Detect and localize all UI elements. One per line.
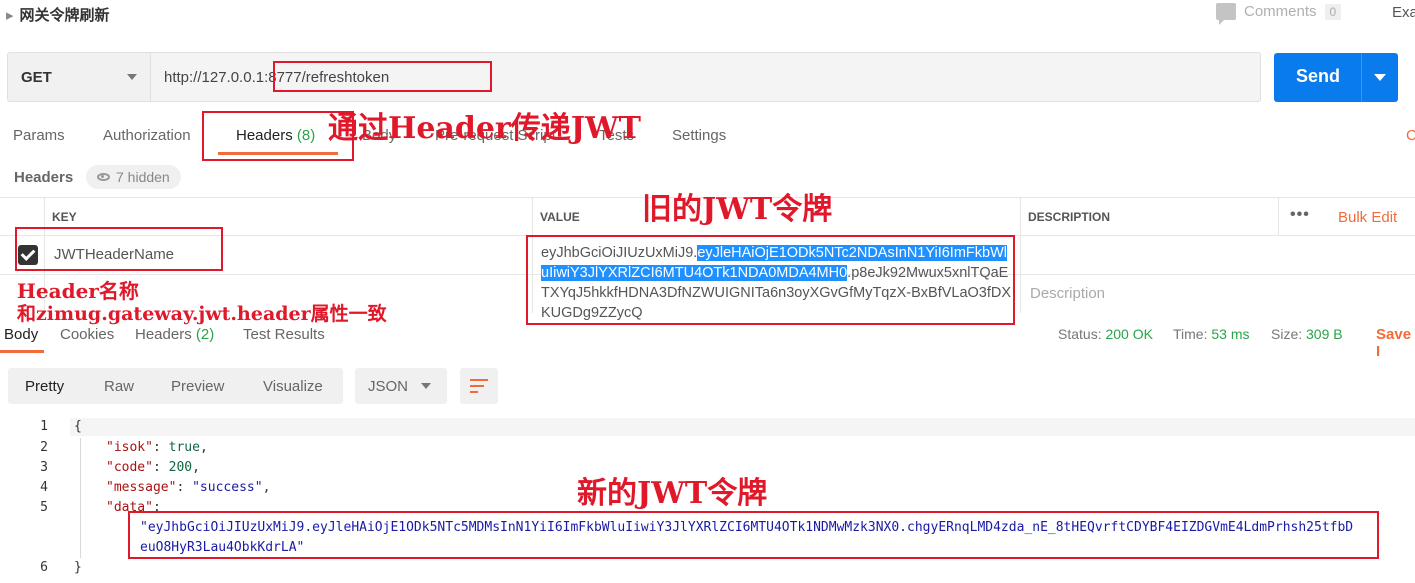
column-header-description: DESCRIPTION — [1028, 210, 1111, 224]
annotation-box-old-jwt — [526, 235, 1015, 325]
format-value: JSON — [368, 378, 409, 395]
hidden-headers-toggle[interactable]: 7 hidden — [86, 165, 181, 189]
line-number: 2 — [40, 440, 48, 455]
send-label: Send — [1296, 66, 1341, 86]
current-line-highlight — [70, 418, 1415, 436]
breadcrumb[interactable]: ▸ 网关令牌刷新 — [6, 4, 110, 25]
tab-authorization[interactable]: Authorization — [103, 127, 191, 144]
cookies-link[interactable]: C — [1406, 127, 1415, 144]
code-line: } — [74, 560, 82, 575]
response-tab-cookies[interactable]: Cookies — [60, 326, 114, 343]
time-label: Time: — [1173, 326, 1208, 342]
send-divider — [1361, 53, 1362, 102]
response-tab-test-results[interactable]: Test Results — [243, 326, 325, 343]
response-tab-headers[interactable]: Headers (2) — [135, 326, 214, 343]
json-key: "isok" — [106, 440, 153, 455]
annotation-new-jwt: 新的JWT令牌 — [577, 476, 768, 511]
time-readout: Time: 53 ms — [1173, 326, 1250, 342]
send-button[interactable]: Send — [1274, 53, 1398, 102]
tab-params[interactable]: Params — [13, 127, 65, 144]
annotation-box-new-jwt — [128, 511, 1379, 559]
code-line: "code": 200, — [106, 460, 200, 475]
eye-icon — [97, 173, 110, 181]
wrap-icon — [470, 378, 488, 394]
size-value: 309 B — [1306, 326, 1343, 342]
hidden-headers-label: 7 hidden — [116, 169, 170, 185]
response-tab-headers-label: Headers — [135, 326, 192, 343]
column-header-value: VALUE — [540, 210, 580, 224]
view-raw[interactable]: Raw — [104, 378, 134, 395]
status-label: Status: — [1058, 326, 1102, 342]
divider — [1278, 197, 1279, 235]
divider — [1020, 197, 1021, 313]
json-value: true — [168, 440, 200, 455]
status-value: 200 OK — [1105, 326, 1153, 342]
more-options-icon[interactable]: ••• — [1290, 206, 1310, 224]
annotation-header-jwt: 通过Header传递JWT — [328, 111, 641, 146]
column-header-key: KEY — [52, 210, 77, 224]
time-value: 53 ms — [1211, 326, 1250, 342]
description-input[interactable]: Description — [1030, 285, 1105, 302]
tab-settings[interactable]: Settings — [672, 127, 726, 144]
annotation-header-consistent: 和zimug.gateway.jwt.header属性一致 — [17, 303, 387, 325]
comments-label: Comments — [1244, 3, 1317, 20]
chevron-down-icon — [421, 383, 431, 389]
save-response-button[interactable]: Save I — [1376, 326, 1415, 360]
method-value: GET — [21, 68, 52, 86]
line-number: 4 — [40, 480, 48, 495]
chevron-down-icon — [127, 74, 137, 80]
send-dropdown-icon[interactable] — [1374, 74, 1386, 81]
size-readout: Size: 309 B — [1271, 326, 1343, 342]
line-number: 3 — [40, 460, 48, 475]
response-tab-headers-count: (2) — [195, 326, 215, 343]
code-line: "isok": true, — [106, 440, 208, 455]
request-name: 网关令牌刷新 — [19, 7, 110, 24]
code-line: { — [74, 419, 82, 434]
annotation-box-url-port — [273, 61, 492, 92]
code-line: "message": "success", — [106, 480, 271, 495]
comment-icon — [1216, 3, 1236, 25]
json-value: "success" — [192, 480, 263, 495]
annotation-old-jwt: 旧的JWT令牌 — [642, 192, 833, 227]
examples-button[interactable]: Exa — [1392, 4, 1415, 21]
status-readout: Status: 200 OK — [1058, 326, 1153, 342]
headers-section-title: Headers — [14, 169, 74, 186]
json-key: "message" — [106, 480, 177, 495]
indent-guide — [80, 438, 81, 558]
bulk-edit-button[interactable]: Bulk Edit — [1338, 209, 1397, 226]
line-number: 6 — [40, 560, 48, 575]
top-bar: ▸ 网关令牌刷新 Comments 0 Exa — [0, 0, 1415, 30]
line-number: 5 — [40, 500, 48, 515]
wrap-lines-button[interactable] — [460, 368, 498, 404]
line-number: 1 — [40, 419, 48, 434]
active-tab-indicator — [0, 350, 44, 353]
comments-count: 0 — [1324, 3, 1342, 20]
view-preview[interactable]: Preview — [171, 378, 224, 395]
comments-button[interactable]: Comments 0 — [1216, 3, 1342, 25]
size-label: Size: — [1271, 326, 1303, 342]
response-tab-body[interactable]: Body — [4, 326, 38, 343]
chevron-right-icon: ▸ — [6, 7, 14, 24]
annotation-box-header-key — [15, 227, 223, 271]
view-mode-group: Pretty Raw Preview Visualize — [8, 368, 343, 404]
format-select[interactable]: JSON — [355, 368, 447, 404]
json-key: "code" — [106, 460, 153, 475]
json-value: 200 — [168, 460, 193, 475]
method-select[interactable]: GET — [7, 52, 151, 102]
view-pretty[interactable]: Pretty — [25, 378, 64, 395]
view-visualize[interactable]: Visualize — [263, 378, 323, 395]
